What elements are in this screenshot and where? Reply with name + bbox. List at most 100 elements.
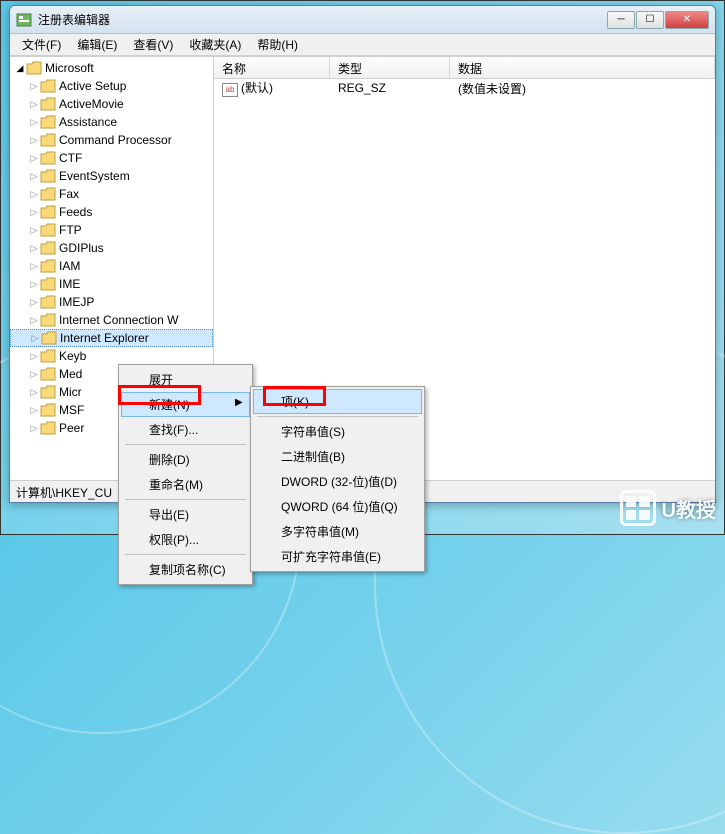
expand-icon[interactable]: ▷ xyxy=(28,99,40,110)
tree-item[interactable]: ▷ EventSystem xyxy=(10,167,213,185)
expand-icon[interactable]: ▷ xyxy=(28,243,40,254)
col-name[interactable]: 名称 xyxy=(214,57,330,78)
expand-icon[interactable]: ▷ xyxy=(28,387,40,398)
tree-item[interactable]: ▷ Internet Connection W xyxy=(10,311,213,329)
expand-icon[interactable]: ▷ xyxy=(28,261,40,272)
expand-icon[interactable]: ▷ xyxy=(28,315,40,326)
menu-new-binary[interactable]: 二进制值(B) xyxy=(253,444,422,469)
menu-new-multi-string[interactable]: 多字符串值(M) xyxy=(253,519,422,544)
menu-separator xyxy=(125,444,246,445)
expand-icon[interactable]: ▷ xyxy=(28,279,40,290)
watermark-text: U教授 xyxy=(662,494,716,523)
cell-data: (数值未设置) xyxy=(450,80,534,97)
menu-view[interactable]: 查看(V) xyxy=(125,34,181,55)
tree-item[interactable]: ▷ CTF xyxy=(10,149,213,167)
app-icon xyxy=(16,12,32,28)
submenu-arrow-icon: ▶ xyxy=(235,397,243,408)
menu-rename[interactable]: 重命名(M) xyxy=(121,472,250,497)
tree-item[interactable]: ▷ Active Setup xyxy=(10,77,213,95)
expand-icon[interactable]: ▷ xyxy=(28,405,40,416)
menu-expand[interactable]: 展开 xyxy=(121,367,250,392)
menu-permissions[interactable]: 权限(P)... xyxy=(121,527,250,552)
expand-icon[interactable]: ▷ xyxy=(28,297,40,308)
menu-delete[interactable]: 删除(D) xyxy=(121,447,250,472)
menu-favorites[interactable]: 收藏夹(A) xyxy=(181,34,249,55)
col-data[interactable]: 数据 xyxy=(450,57,715,78)
context-menu-main: 展开 新建(N) ▶ 查找(F)... 删除(D) 重命名(M) 导出(E) 权… xyxy=(118,364,253,585)
tree-item-label: Feeds xyxy=(59,205,92,219)
menu-separator xyxy=(125,499,246,500)
menu-find[interactable]: 查找(F)... xyxy=(121,417,250,442)
string-value-icon: ab xyxy=(222,83,238,97)
tree-item[interactable]: ▷GDIPlus xyxy=(10,239,213,257)
tree-item-label: Med xyxy=(59,367,82,381)
tree-item[interactable]: ▷ActiveMovie xyxy=(10,95,213,113)
tree-item-label: Command Processor xyxy=(59,133,172,147)
tree-item-label: IMEJP xyxy=(59,295,94,309)
tree-item[interactable]: ▷ IME xyxy=(10,275,213,293)
expand-icon[interactable]: ▷ xyxy=(29,333,41,344)
context-menu-new: 项(K) 字符串值(S) 二进制值(B) DWORD (32-位)值(D) QW… xyxy=(250,386,425,572)
watermark: U教授 xyxy=(620,490,716,526)
tree-item[interactable]: ▷Fax xyxy=(10,185,213,203)
tree-item[interactable]: ▷ FTP xyxy=(10,221,213,239)
expand-icon[interactable]: ▷ xyxy=(28,81,40,92)
menu-help[interactable]: 帮助(H) xyxy=(249,34,306,55)
tree-item-label: FTP xyxy=(59,223,82,237)
tree-root-label: Microsoft xyxy=(45,61,94,75)
tree-item[interactable]: ▷Internet Explorer xyxy=(10,329,213,347)
tree-item-label: Keyb xyxy=(59,349,86,363)
menu-new-qword[interactable]: QWORD (64 位)值(Q) xyxy=(253,494,422,519)
menu-file[interactable]: 文件(F) xyxy=(14,34,69,55)
menu-new-expandable[interactable]: 可扩充字符串值(E) xyxy=(253,544,422,569)
menu-new-dword[interactable]: DWORD (32-位)值(D) xyxy=(253,469,422,494)
expand-icon[interactable]: ▷ xyxy=(28,369,40,380)
expand-icon[interactable]: ▷ xyxy=(28,153,40,164)
tree-item-label: Micr xyxy=(59,385,82,399)
tree-item[interactable]: ▷ Feeds xyxy=(10,203,213,221)
expand-icon[interactable]: ▷ xyxy=(28,135,40,146)
menu-separator xyxy=(125,554,246,555)
close-button[interactable]: ✕ xyxy=(665,11,709,29)
menu-new[interactable]: 新建(N) ▶ xyxy=(121,392,250,417)
tree-item-label: IAM xyxy=(59,259,80,273)
tree-item[interactable]: ▷ Keyb xyxy=(10,347,213,365)
list-header: 名称 类型 数据 xyxy=(214,57,715,79)
cell-type: REG_SZ xyxy=(330,81,450,95)
menu-bar: 文件(F) 编辑(E) 查看(V) 收藏夹(A) 帮助(H) xyxy=(10,34,715,56)
status-path: 计算机\HKEY_CU xyxy=(16,486,112,500)
watermark-logo-icon xyxy=(620,490,656,526)
expand-icon[interactable]: ▷ xyxy=(28,225,40,236)
list-row[interactable]: ab(默认) REG_SZ (数值未设置) xyxy=(214,79,715,97)
tree-item-label: IME xyxy=(59,277,80,291)
expand-icon[interactable]: ▷ xyxy=(28,423,40,434)
tree-item-label: MSF xyxy=(59,403,84,417)
tree-item-label: EventSystem xyxy=(59,169,130,183)
menu-edit[interactable]: 编辑(E) xyxy=(69,34,125,55)
tree-root[interactable]: ◢ Microsoft xyxy=(10,59,213,77)
tree-item[interactable]: ▷Assistance xyxy=(10,113,213,131)
tree-item-label: Internet Connection W xyxy=(59,313,178,327)
tree-item[interactable]: ▷ IAM xyxy=(10,257,213,275)
title-bar[interactable]: 注册表编辑器 ─ ☐ ✕ xyxy=(10,6,715,34)
menu-export[interactable]: 导出(E) xyxy=(121,502,250,527)
menu-copy-key[interactable]: 复制项名称(C) xyxy=(121,557,250,582)
tree-item-label: Active Setup xyxy=(59,79,126,93)
tree-item[interactable]: ▷ Command Processor xyxy=(10,131,213,149)
minimize-button[interactable]: ─ xyxy=(607,11,635,29)
menu-new-key[interactable]: 项(K) xyxy=(253,389,422,414)
expand-icon[interactable]: ▷ xyxy=(28,351,40,362)
expand-icon[interactable]: ▷ xyxy=(28,189,40,200)
maximize-button[interactable]: ☐ xyxy=(636,11,664,29)
window-title: 注册表编辑器 xyxy=(38,11,607,28)
cell-name: (默认) xyxy=(241,81,273,95)
tree-item-label: CTF xyxy=(59,151,82,165)
tree-item[interactable]: ▷ IMEJP xyxy=(10,293,213,311)
collapse-icon[interactable]: ◢ xyxy=(14,63,26,74)
col-type[interactable]: 类型 xyxy=(330,57,450,78)
expand-icon[interactable]: ▷ xyxy=(28,171,40,182)
menu-separator xyxy=(257,416,418,417)
expand-icon[interactable]: ▷ xyxy=(28,117,40,128)
menu-new-string[interactable]: 字符串值(S) xyxy=(253,419,422,444)
expand-icon[interactable]: ▷ xyxy=(28,207,40,218)
